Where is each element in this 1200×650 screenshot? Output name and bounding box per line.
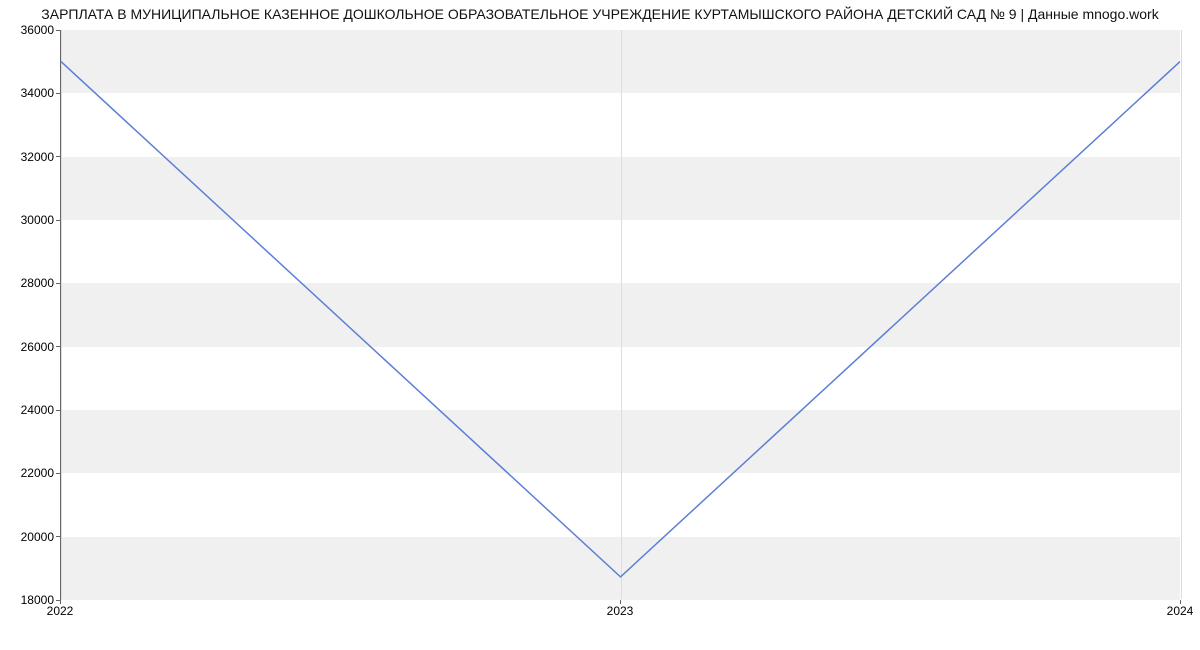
y-tick-label: 34000 [4,86,54,100]
y-tick-label: 32000 [4,150,54,164]
y-tick [56,473,60,474]
y-tick [56,156,60,157]
x-tick-label: 2023 [607,604,634,618]
y-tick [56,346,60,347]
chart-title: ЗАРПЛАТА В МУНИЦИПАЛЬНОЕ КАЗЕННОЕ ДОШКОЛ… [0,6,1200,22]
y-tick-label: 28000 [4,276,54,290]
y-tick [56,93,60,94]
line-layer [61,30,1180,599]
series-line [61,62,1180,577]
y-tick [56,283,60,284]
y-tick-label: 24000 [4,403,54,417]
y-tick [56,536,60,537]
y-tick [56,220,60,221]
y-tick-label: 20000 [4,530,54,544]
y-tick [56,30,60,31]
y-tick-label: 26000 [4,340,54,354]
y-tick-label: 36000 [4,23,54,37]
x-tick-label: 2022 [47,604,74,618]
chart-container: ЗАРПЛАТА В МУНИЦИПАЛЬНОЕ КАЗЕННОЕ ДОШКОЛ… [0,0,1200,650]
x-gridline [1181,30,1182,599]
x-tick-label: 2024 [1167,604,1194,618]
y-tick-label: 30000 [4,213,54,227]
y-tick [56,410,60,411]
y-tick-label: 22000 [4,466,54,480]
plot-area [60,30,1180,600]
